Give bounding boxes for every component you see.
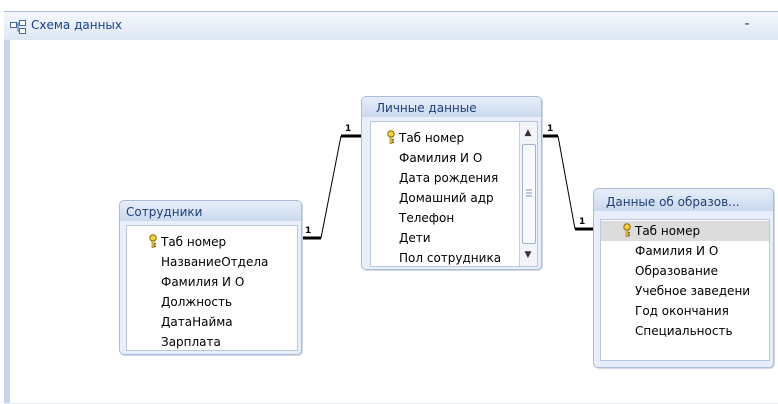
field-name: Фамилия И О: [399, 151, 483, 165]
top-strip: [0, 0, 778, 11]
field-name: Таб номер: [399, 131, 465, 145]
field-name: НазваниеОтдела: [161, 255, 269, 269]
field-item[interactable]: Фамилия И О: [371, 148, 519, 168]
field-item[interactable]: Таб номер: [371, 128, 519, 148]
relationship-label: 1: [345, 124, 352, 134]
scroll-down-icon[interactable]: ▼: [520, 248, 536, 262]
relationship-label: 1: [579, 217, 586, 227]
minimize-button[interactable]: -: [738, 16, 756, 34]
field-item[interactable]: Таб номер: [127, 232, 297, 252]
field-name: Домашний адр: [399, 191, 494, 205]
field-name: Специальность: [635, 324, 733, 338]
field-name: Зарплата: [161, 335, 221, 349]
field-item[interactable]: Должность: [127, 292, 297, 312]
primary-key-icon: [621, 223, 633, 237]
field-name: Таб номер: [161, 235, 227, 249]
field-item-selected[interactable]: Таб номер: [601, 221, 769, 241]
field-item[interactable]: ДатаНайма: [127, 312, 297, 332]
field-item[interactable]: Учебное заведени: [601, 281, 769, 301]
field-name: Учебное заведени: [635, 284, 751, 298]
vertical-scrollbar[interactable]: ▲ ▼: [519, 122, 537, 266]
field-name: Пол сотрудника: [399, 251, 502, 265]
relationship-label: 1: [305, 226, 312, 236]
field-item[interactable]: Домашний адр: [371, 188, 519, 208]
field-name: Год окончания: [635, 304, 729, 318]
field-item[interactable]: Год окончания: [601, 301, 769, 321]
primary-key-icon: [147, 234, 159, 248]
field-item[interactable]: Дата рождения: [371, 168, 519, 188]
table-name: Сотрудники: [126, 205, 203, 219]
field-name: Дети: [399, 231, 431, 245]
field-name: Таб номер: [635, 224, 701, 238]
field-item[interactable]: Образование: [601, 261, 769, 281]
field-item[interactable]: Фамилия И О: [601, 241, 769, 261]
field-name: Должность: [161, 295, 233, 309]
table-education-data[interactable]: Данные об образов... Таб номер Фамилия И…: [593, 188, 774, 368]
primary-key-icon: [385, 130, 397, 144]
field-name: Телефон: [399, 211, 455, 225]
field-name: ДатаНайма: [161, 315, 233, 329]
table-header[interactable]: Личные данные: [362, 97, 541, 117]
relationship-label: 1: [547, 124, 554, 134]
field-item[interactable]: НазваниеОтдела: [127, 252, 297, 272]
field-name: Фамилия И О: [635, 244, 719, 258]
field-list[interactable]: Таб номер НазваниеОтдела Фамилия И О Дол…: [126, 225, 298, 351]
scrollbar-thumb[interactable]: [522, 144, 536, 244]
table-name: Личные данные: [376, 101, 477, 115]
field-item[interactable]: Дети: [371, 228, 519, 248]
field-name: Образование: [635, 264, 718, 278]
field-item[interactable]: Специальность: [601, 321, 769, 341]
field-name: Фамилия И О: [161, 275, 245, 289]
field-item[interactable]: Фамилия И О: [127, 272, 297, 292]
field-item[interactable]: Телефон: [371, 208, 519, 228]
table-header[interactable]: Данные об образов...: [594, 189, 773, 211]
field-name: Дата рождения: [399, 171, 499, 185]
table-personal-data[interactable]: Личные данные Таб номер Фамилия И О Дата…: [361, 96, 542, 270]
window-title: Схема данных: [31, 18, 123, 32]
field-item[interactable]: Пол сотрудника: [371, 248, 519, 266]
table-header[interactable]: Сотрудники: [120, 201, 301, 221]
field-item[interactable]: Зарплата: [127, 332, 297, 350]
relationships-icon: [10, 19, 26, 34]
scroll-up-icon[interactable]: ▲: [520, 126, 536, 140]
field-list[interactable]: Таб номер Фамилия И О Дата рождения Дома…: [370, 121, 538, 267]
window-titlebar[interactable]: Схема данных -: [4, 12, 778, 41]
table-name: Данные об образов...: [606, 195, 740, 209]
field-list[interactable]: Таб номер Фамилия И О Образование Учебно…: [600, 219, 770, 361]
table-employees[interactable]: Сотрудники Таб номер НазваниеОтдела Фами…: [119, 200, 302, 355]
